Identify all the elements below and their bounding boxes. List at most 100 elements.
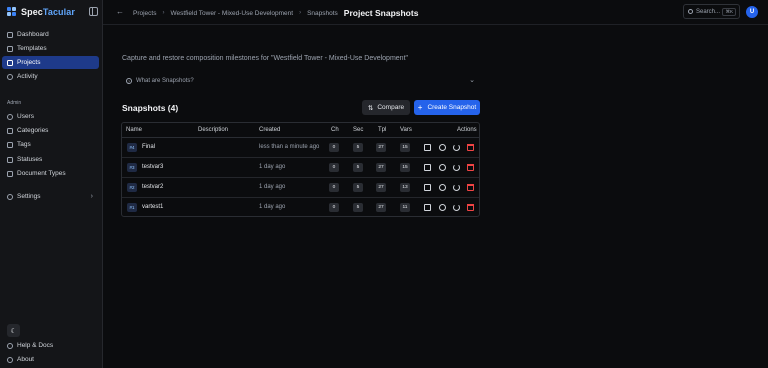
search-input[interactable]: Search... ⌘K [683, 4, 740, 19]
trash-icon[interactable] [467, 204, 474, 211]
templates-count: 27 [376, 183, 386, 192]
snapshot-created: 1 day ago [259, 164, 286, 170]
sidebar-toggle-icon[interactable] [89, 7, 98, 16]
snapshot-name: testvar3 [142, 164, 164, 170]
variables-count: 11 [400, 203, 410, 212]
plus-icon: + [417, 103, 423, 112]
templates-icon [7, 45, 13, 52]
moon-icon: ☾ [10, 327, 17, 335]
chapters-count: 0 [329, 163, 339, 172]
sections-count: 5 [353, 163, 363, 172]
brand-name: SpecTacular [21, 7, 75, 17]
trash-icon[interactable] [467, 144, 474, 151]
create-snapshot-button[interactable]: + Create Snapshot [414, 100, 480, 115]
sidebar-item-settings[interactable]: Settings › [2, 190, 99, 203]
table-row[interactable]: #1 vartest1 1 day ago 0 5 27 11 [122, 198, 479, 218]
search-icon [688, 9, 693, 14]
what-are-snapshots-toggle[interactable]: ? What are Snapshots? ⌄ [121, 74, 480, 88]
sidebar-item-users[interactable]: Users [2, 110, 99, 123]
logo-icon [7, 7, 17, 17]
sidebar-item-label: Dashboard [17, 31, 49, 38]
avatar[interactable]: U [746, 6, 758, 18]
compare-button[interactable]: ⇅ Compare [362, 100, 410, 115]
globe-icon[interactable] [439, 204, 446, 211]
snapshot-created: 1 day ago [259, 184, 286, 190]
page-description: Capture and restore composition mileston… [122, 55, 408, 62]
users-icon [7, 113, 13, 120]
sidebar-item-label: Tags [17, 141, 31, 148]
restore-icon[interactable] [453, 144, 460, 151]
column-header[interactable]: Name [126, 127, 142, 133]
sidebar-item-label: Projects [17, 59, 41, 66]
trash-icon[interactable] [467, 164, 474, 171]
sections-count: 5 [353, 183, 363, 192]
brand-name-part1: Spec [21, 7, 43, 17]
chapters-count: 0 [329, 143, 339, 152]
templates-count: 27 [376, 203, 386, 212]
variables-count: 15 [400, 143, 410, 152]
tags-icon [7, 141, 13, 148]
table-row[interactable]: #2 testvar2 1 day ago 0 5 27 13 [122, 178, 479, 198]
restore-icon[interactable] [453, 184, 460, 191]
sidebar-item-dashboard[interactable]: Dashboard [2, 28, 99, 41]
snapshot-name: vartest1 [142, 204, 164, 210]
sidebar-item-statuses[interactable]: Statuses [2, 153, 99, 166]
breadcrumb-projects[interactable]: Projects [133, 10, 156, 17]
sidebar-item-label: Settings [17, 193, 41, 200]
sidebar-item-tags[interactable]: Tags [2, 138, 99, 151]
restore-icon[interactable] [453, 204, 460, 211]
globe-icon[interactable] [439, 144, 446, 151]
search-shortcut: ⌘K [722, 8, 736, 16]
chevron-right-icon: › [162, 10, 165, 16]
info-icon [7, 356, 13, 363]
sidebar-item-label: Help & Docs [17, 342, 54, 349]
document-icon[interactable] [424, 204, 431, 211]
breadcrumb-project[interactable]: Westfield Tower - Mixed-Use Development [170, 10, 293, 17]
sidebar-item-projects[interactable]: Projects [2, 56, 99, 69]
theme-toggle-button[interactable]: ☾ [7, 324, 20, 337]
table-row[interactable]: #4 Final less than a minute ago 0 5 27 1… [122, 138, 479, 158]
restore-icon[interactable] [453, 164, 460, 171]
sidebar-item-activity[interactable]: Activity [2, 70, 99, 83]
sidebar-item-about[interactable]: About [2, 353, 99, 366]
snapshot-id-badge: #1 [127, 203, 137, 212]
chevron-right-icon: › [90, 193, 93, 200]
column-header: Ch [331, 127, 339, 133]
document-icon[interactable] [424, 144, 431, 151]
chevron-down-icon: ⌄ [469, 77, 475, 84]
snapshot-id-badge: #3 [127, 163, 137, 172]
table-row[interactable]: #3 testvar3 1 day ago 0 5 27 15 [122, 158, 479, 178]
create-snapshot-label: Create Snapshot [427, 104, 477, 111]
column-header: Actions [457, 127, 477, 133]
dashboard-icon [7, 31, 13, 38]
chevron-right-icon: › [299, 10, 302, 16]
breadcrumb-snapshots[interactable]: Snapshots [307, 10, 338, 17]
trash-icon[interactable] [467, 184, 474, 191]
activity-icon [7, 73, 13, 80]
sidebar-item-label: Users [17, 113, 34, 120]
sections-count: 5 [353, 143, 363, 152]
document-icon[interactable] [424, 184, 431, 191]
chapters-count: 0 [329, 203, 339, 212]
document-icon[interactable] [424, 164, 431, 171]
globe-icon[interactable] [439, 184, 446, 191]
back-arrow-icon[interactable]: ← [116, 7, 124, 16]
brand[interactable]: SpecTacular [7, 6, 75, 18]
snapshot-created: 1 day ago [259, 204, 286, 210]
sidebar-item-categories[interactable]: Categories [2, 124, 99, 137]
sidebar-item-document-types[interactable]: Document Types [2, 167, 99, 180]
sidebar-item-help[interactable]: Help & Docs [2, 339, 99, 352]
column-header: Description [198, 127, 229, 133]
compare-button-label: Compare [377, 104, 405, 111]
projects-icon [7, 59, 13, 66]
templates-count: 27 [376, 163, 386, 172]
snapshot-name: Final [142, 144, 156, 150]
snapshot-id-badge: #4 [127, 143, 137, 152]
table-header: Name Description Created Ch Sec Tpl Vars… [122, 123, 479, 138]
sidebar-item-templates[interactable]: Templates [2, 42, 99, 55]
variables-count: 15 [400, 163, 410, 172]
globe-icon[interactable] [439, 164, 446, 171]
column-header[interactable]: Created [259, 127, 280, 133]
snapshots-heading: Snapshots (4) [122, 103, 179, 113]
snapshots-table: Name Description Created Ch Sec Tpl Vars… [121, 122, 480, 217]
